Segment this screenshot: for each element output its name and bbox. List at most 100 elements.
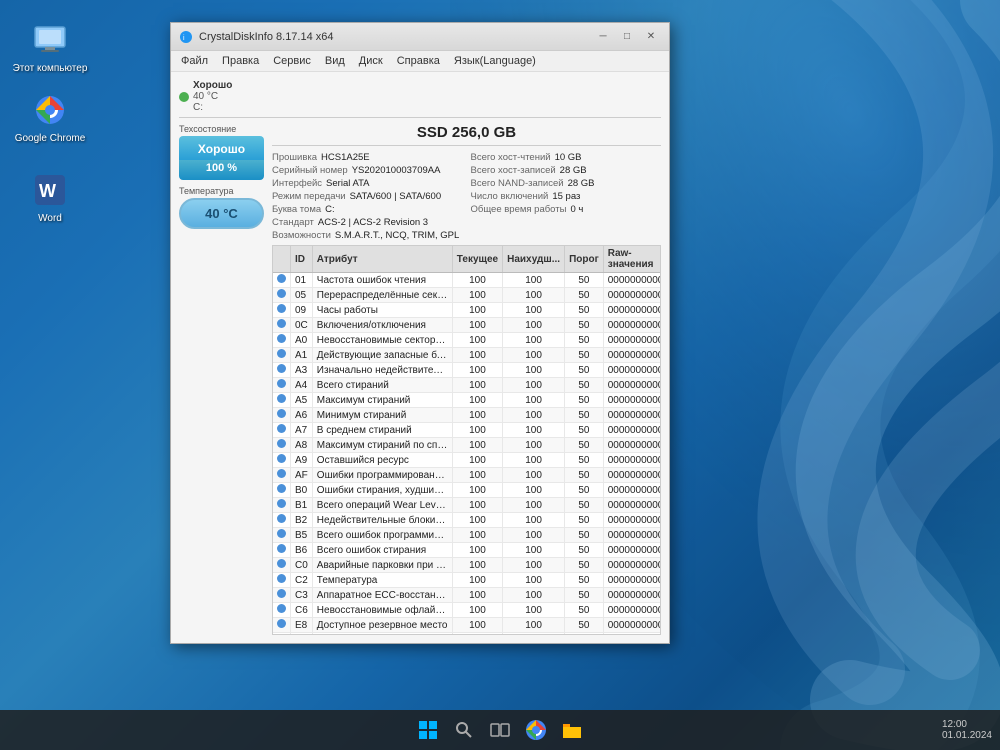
- row-id: 05: [291, 288, 313, 303]
- serial-val: YS202010003709AA: [352, 165, 441, 176]
- drive-name: SSD 256,0 GB: [272, 124, 661, 146]
- row-attr: Максимум стираний по спецификации: [312, 438, 452, 453]
- row-raw: 000000000000: [603, 543, 661, 558]
- table-row: C3 Аппаратное ECC-восстановление 100 100…: [273, 588, 661, 603]
- row-worst: 100: [503, 318, 565, 333]
- row-thresh: 50: [565, 378, 604, 393]
- status-dot-icon: [277, 319, 286, 328]
- table-row: 05 Перераспределённые сектора 100 100 50…: [273, 288, 661, 303]
- features-key: Возможности: [272, 230, 331, 241]
- status-temp: 40 °С: [193, 91, 232, 102]
- desktop-icon-chrome[interactable]: Google Chrome: [10, 90, 90, 145]
- maximize-button[interactable]: □: [617, 28, 637, 46]
- row-id: B1: [291, 498, 313, 513]
- row-cur: 100: [452, 378, 502, 393]
- row-attr: Минимум стираний: [312, 408, 452, 423]
- row-id: AF: [291, 468, 313, 483]
- standard-row: СтандартACS-2 | ACS-2 Revision 3: [272, 217, 661, 228]
- row-dot-cell: [273, 588, 291, 603]
- serial-key: Серийный номер: [272, 165, 348, 176]
- row-id: F1: [291, 633, 313, 636]
- status-dot-icon: [277, 364, 286, 373]
- taskview-button[interactable]: [484, 714, 516, 746]
- table-row: A3 Изначально недействительные блоки 100…: [273, 363, 661, 378]
- row-dot-cell: [273, 393, 291, 408]
- table-row: A7 В среднем стираний 100 100 50 0000000…: [273, 423, 661, 438]
- row-worst: 100: [503, 603, 565, 618]
- drive-letter-key: Буква тома: [272, 204, 321, 215]
- window-titlebar[interactable]: i CrystalDiskInfo 8.17.14 x64 ─ □ ✕: [171, 23, 669, 51]
- menu-file[interactable]: Файл: [175, 53, 214, 69]
- row-cur: 100: [452, 273, 502, 288]
- taskbar-explorer[interactable]: [556, 714, 588, 746]
- row-cur: 100: [452, 348, 502, 363]
- status-dot-icon: [277, 484, 286, 493]
- row-attr: Частота ошибок чтения: [312, 273, 452, 288]
- menu-edit[interactable]: Правка: [216, 53, 265, 69]
- row-raw: 00000000000F: [603, 318, 661, 333]
- total-writes-row: Всего хост-записей28 GB: [471, 165, 662, 176]
- status-dot-icon: [277, 379, 286, 388]
- table-row: A9 Оставшийся ресурс 100 100 50 00000000…: [273, 453, 661, 468]
- row-attr: Ошибки программирования, худший шта...: [312, 468, 452, 483]
- taskbar-chrome[interactable]: [520, 714, 552, 746]
- menu-service[interactable]: Сервис: [267, 53, 317, 69]
- row-attr: Перераспределённые сектора: [312, 288, 452, 303]
- table-row: C6 Невосстановимые офлайн-ошибки 100 100…: [273, 603, 661, 618]
- table-row: 01 Частота ошибок чтения 100 100 50 0000…: [273, 273, 661, 288]
- row-thresh: 50: [565, 453, 604, 468]
- status-dot-icon: [277, 634, 286, 635]
- row-cur: 100: [452, 333, 502, 348]
- menu-language[interactable]: Язык(Language): [448, 53, 542, 69]
- total-writes-val: 28 GB: [560, 165, 587, 176]
- row-id: A3: [291, 363, 313, 378]
- start-button[interactable]: [412, 714, 444, 746]
- table-row: B1 Всего операций Wear Leveling 100 100 …: [273, 498, 661, 513]
- row-worst: 100: [503, 513, 565, 528]
- good-percent: 100 %: [179, 160, 264, 180]
- window-title: CrystalDiskInfo 8.17.14 x64: [199, 31, 593, 43]
- row-attr: Часы работы: [312, 303, 452, 318]
- total-nand-key: Всего NAND-записей: [471, 178, 564, 189]
- minimize-button[interactable]: ─: [593, 28, 613, 46]
- row-dot-cell: [273, 483, 291, 498]
- power-count-row: Число включений15 раз: [471, 191, 662, 202]
- row-attr: Недействительные блоки при работе: [312, 513, 452, 528]
- row-dot-cell: [273, 573, 291, 588]
- desktop-icon-word[interactable]: W Word: [10, 170, 90, 225]
- table-row: A5 Максимум стираний 100 100 50 00000000…: [273, 393, 661, 408]
- row-thresh: 50: [565, 363, 604, 378]
- row-worst: 100: [503, 633, 565, 636]
- col-worst: Наихудш...: [503, 246, 565, 273]
- row-raw: 000000000000: [603, 483, 661, 498]
- row-raw: 000000000000: [603, 273, 661, 288]
- table-row: B2 Недействительные блоки при работе 100…: [273, 513, 661, 528]
- row-dot-cell: [273, 513, 291, 528]
- row-raw: 000000000000: [603, 498, 661, 513]
- desktop-icon-computer[interactable]: Этот компьютер: [10, 20, 90, 75]
- menu-disk[interactable]: Диск: [353, 53, 389, 69]
- menu-view[interactable]: Вид: [319, 53, 351, 69]
- row-attr: Невосстановимые офлайн-ошибки: [312, 603, 452, 618]
- row-raw: 000000000000: [603, 288, 661, 303]
- row-id: B0: [291, 483, 313, 498]
- firmware-key: Прошивка: [272, 152, 317, 163]
- row-dot-cell: [273, 528, 291, 543]
- row-worst: 100: [503, 483, 565, 498]
- status-dot-icon: [277, 559, 286, 568]
- row-id: A7: [291, 423, 313, 438]
- smart-table-container[interactable]: ID Атрибут Текущее Наихудш... Порог Raw-…: [272, 245, 661, 635]
- status-dot-icon: [277, 604, 286, 613]
- search-button[interactable]: [448, 714, 480, 746]
- status-drive: С:: [193, 102, 232, 113]
- menu-help[interactable]: Справка: [391, 53, 446, 69]
- row-worst: 100: [503, 543, 565, 558]
- row-worst: 100: [503, 333, 565, 348]
- close-button[interactable]: ✕: [641, 28, 661, 46]
- row-attr: Максимум стираний: [312, 393, 452, 408]
- firmware-row: ПрошивкаHCS1A25E: [272, 152, 463, 163]
- table-row: A4 Всего стираний 100 100 50 00000000000…: [273, 378, 661, 393]
- row-attr: Невосстановимые сектора при чтении/за...: [312, 333, 452, 348]
- row-id: 01: [291, 273, 313, 288]
- table-row: C2 Температура 100 100 50 000000000028: [273, 573, 661, 588]
